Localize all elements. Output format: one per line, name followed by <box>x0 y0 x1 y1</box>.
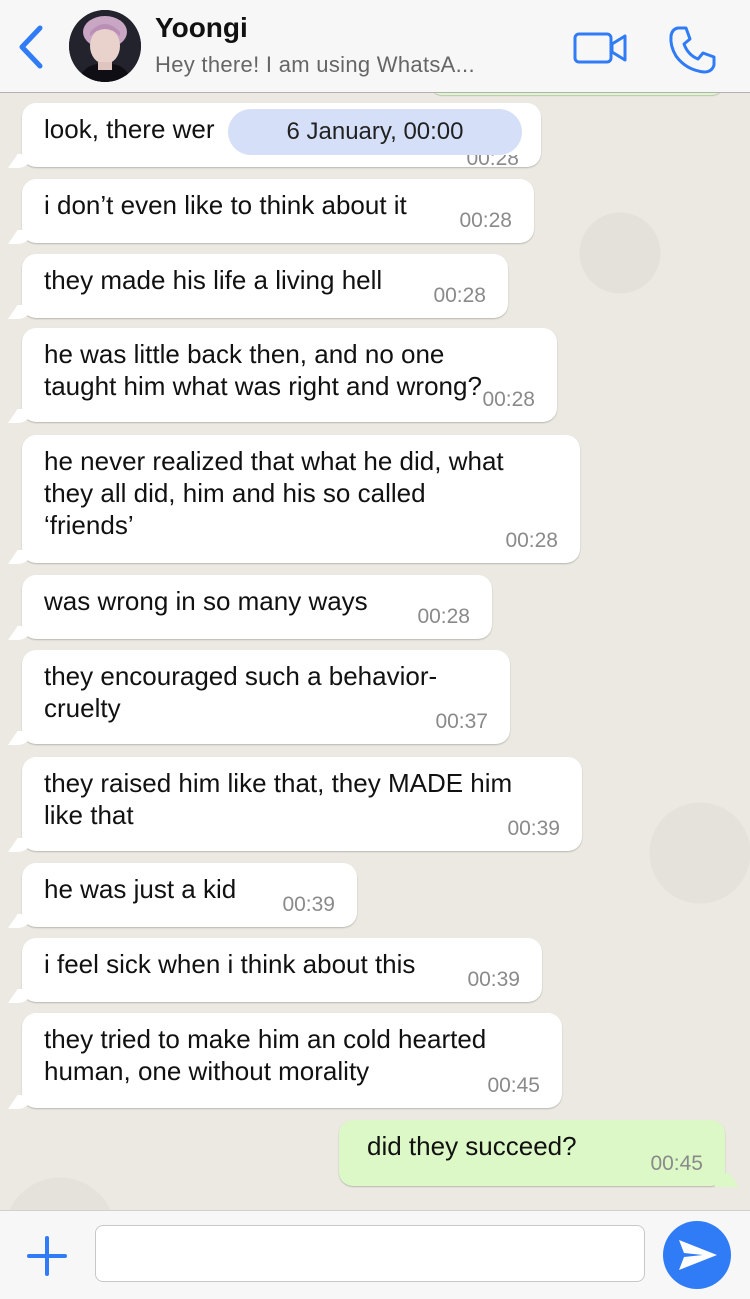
message-text: they raised him like that, they MADE him… <box>44 768 513 830</box>
message-time: 00:39 <box>507 817 560 840</box>
message-text: was wrong in so many ways <box>44 586 368 616</box>
message-bubble[interactable]: they raised him like that, they MADE him… <box>22 757 582 851</box>
message-text: i don’t even like to think about it <box>44 190 407 220</box>
message-time: 00:45 <box>487 1074 540 1097</box>
message-time: 00:28 <box>459 209 512 232</box>
chevron-left-icon[interactable] <box>14 24 48 70</box>
message-time: 00:28 <box>466 155 519 169</box>
message-composer <box>0 1210 750 1299</box>
message-bubble[interactable]: he was just a kid 00:39 <box>22 863 357 927</box>
message-text: he was little back then, and no one taug… <box>44 339 482 401</box>
avatar-image <box>69 10 141 82</box>
message-bubble[interactable]: he was little back then, and no one taug… <box>22 328 557 422</box>
message-time: 00:45 <box>650 1152 703 1175</box>
message-bubble[interactable]: he never realized that what he did, what… <box>22 435 580 563</box>
message-text: he never realized that what he did, what… <box>44 446 504 540</box>
video-camera-icon[interactable] <box>572 28 628 68</box>
date-separator: 6 January, 00:00 <box>228 109 522 155</box>
message-text: they tried to make him an cold hearted h… <box>44 1024 487 1086</box>
message-text: they made his life a living hell <box>44 265 383 295</box>
message-time: 00:28 <box>433 284 486 307</box>
message-time: 00:39 <box>467 968 520 991</box>
message-time: 00:28 <box>482 388 535 411</box>
message-time: 00:39 <box>282 893 335 916</box>
contact-status: Hey there! I am using WhatsA... <box>155 52 475 77</box>
contact-name[interactable]: Yoongi <box>155 12 248 44</box>
phone-icon[interactable] <box>666 24 718 76</box>
previous-outgoing-bubble-edge <box>430 93 724 95</box>
chat-header: Yoongi Hey there! I am using WhatsA... <box>0 0 750 93</box>
message-list[interactable]: 6 January, 00:00 look, there wer 00:28 i… <box>0 93 750 1210</box>
message-input[interactable] <box>95 1225 645 1282</box>
message-text: they encouraged such a behavior- cruelty <box>44 661 438 723</box>
message-bubble[interactable]: they made his life a living hell 00:28 <box>22 254 508 318</box>
avatar[interactable] <box>69 10 141 82</box>
send-button[interactable] <box>663 1221 731 1289</box>
message-time: 00:37 <box>435 710 488 733</box>
message-bubble-outgoing[interactable]: did they succeed? 00:45 <box>339 1120 725 1186</box>
message-time: 00:28 <box>505 529 558 552</box>
message-text: i feel sick when i think about this <box>44 949 416 979</box>
message-bubble[interactable]: was wrong in so many ways 00:28 <box>22 575 492 639</box>
send-icon <box>679 1240 717 1270</box>
message-bubble[interactable]: they encouraged such a behavior- cruelty… <box>22 650 510 744</box>
message-bubble[interactable]: i feel sick when i think about this 00:3… <box>22 938 542 1002</box>
plus-icon[interactable] <box>26 1235 68 1277</box>
message-time: 00:28 <box>417 605 470 628</box>
message-bubble[interactable]: they tried to make him an cold hearted h… <box>22 1013 562 1108</box>
message-bubble[interactable]: i don’t even like to think about it 00:2… <box>22 179 534 243</box>
